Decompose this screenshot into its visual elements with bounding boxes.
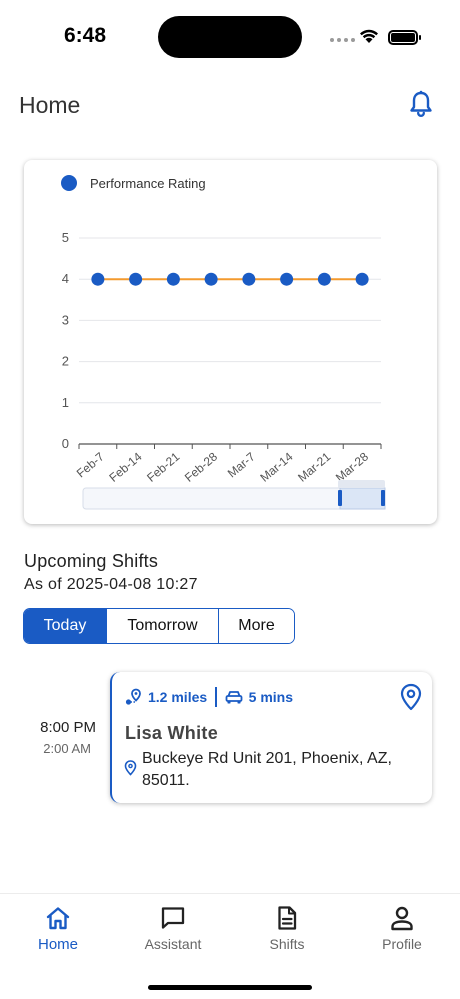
x-tick-label: Feb-7 (74, 449, 107, 480)
car-icon (225, 691, 243, 704)
travel-info: 1.2 miles 5 mins (124, 687, 293, 707)
x-tick-label: Mar-28 (333, 449, 371, 484)
zoom-handle-left (338, 490, 342, 506)
distance-text: 1.2 miles (148, 689, 208, 705)
chat-icon (161, 907, 185, 929)
nav-shifts-label: Shifts (269, 936, 305, 952)
nav-assistant[interactable]: Assistant (128, 904, 218, 952)
client-name: Lisa White (125, 723, 219, 743)
shift-start-time: 8:00 PM (40, 719, 96, 736)
x-tick-label: Mar-14 (257, 449, 295, 484)
zoom-handle-right (381, 490, 385, 506)
status-time: 6:48 (64, 24, 107, 47)
nav-assistant-label: Assistant (144, 936, 202, 952)
status-bar: 6:48 (0, 0, 460, 75)
x-tick-label: Mar-21 (295, 449, 333, 484)
x-tick-label: Feb-21 (144, 449, 182, 484)
bottom-navigation: Home Assistant Shifts Profile (0, 893, 460, 999)
nav-profile[interactable]: Profile (357, 904, 447, 952)
data-point (280, 272, 294, 286)
zoom-slider-window (339, 487, 386, 510)
y-tick-label: 3 (62, 312, 69, 327)
wifi-icon (360, 29, 378, 43)
data-point (355, 272, 369, 286)
data-point (91, 272, 105, 286)
legend-label: Performance Rating (90, 176, 206, 191)
home-indicator (148, 985, 312, 990)
document-icon (278, 906, 297, 930)
nav-home[interactable]: Home (13, 904, 103, 953)
as-of-timestamp: As of 2025-04-08 10:27 (24, 576, 198, 593)
nav-home-label: Home (37, 936, 78, 953)
location-icon (124, 760, 137, 776)
nav-profile-label: Profile (382, 936, 422, 952)
data-point (129, 272, 143, 286)
data-point (317, 272, 331, 286)
performance-chart: Performance Rating012345Feb-7 Feb-14 Feb-2… (61, 175, 386, 510)
person-icon (391, 906, 413, 931)
legend-marker (61, 175, 77, 191)
x-tick-label: Feb-14 (106, 449, 144, 484)
y-tick-label: 1 (62, 395, 69, 410)
dynamic-island (158, 16, 302, 58)
signal-icon (330, 38, 355, 42)
data-point (204, 272, 218, 286)
y-tick-label: 4 (62, 271, 69, 286)
zoom-slider-grip (338, 480, 385, 488)
y-tick-label: 5 (62, 230, 69, 245)
x-tick-label: Feb-28 (182, 449, 220, 484)
shift-card[interactable]: 1.2 miles 5 mins Lisa White Buckeye Rd U… (110, 672, 432, 803)
drive-time-text: 5 mins (248, 689, 294, 705)
home-icon (46, 907, 70, 930)
nav-shifts[interactable]: Shifts (242, 904, 332, 952)
upcoming-shifts-title: Upcoming Shifts (24, 551, 159, 571)
client-address: Buckeye Rd Unit 201, Phoenix, AZ, 85011. (142, 750, 392, 789)
x-tick-label: Mar-7 (225, 449, 258, 480)
y-tick-label: 2 (62, 354, 69, 369)
route-pin-icon (125, 688, 141, 705)
travel-divider (215, 687, 217, 707)
performance-chart-card: Performance Rating 0 1 2 3 4 5 Feb-7 Feb-14 Feb-2… (24, 160, 437, 524)
data-point (242, 272, 256, 286)
tab-tomorrow[interactable]: Tomorrow (107, 609, 219, 643)
shift-day-selector: Today Tomorrow More (23, 608, 295, 644)
y-tick-label: 0 (62, 436, 69, 451)
tab-more[interactable]: More (219, 609, 294, 643)
data-point (166, 272, 180, 286)
shift-end-time: 2:00 AM (43, 741, 91, 756)
battery-icon (388, 30, 421, 45)
page-title: Home (19, 92, 81, 118)
notification-bell-icon[interactable] (406, 89, 436, 119)
tab-today[interactable]: Today (24, 609, 107, 643)
map-pin-icon[interactable] (398, 683, 424, 711)
